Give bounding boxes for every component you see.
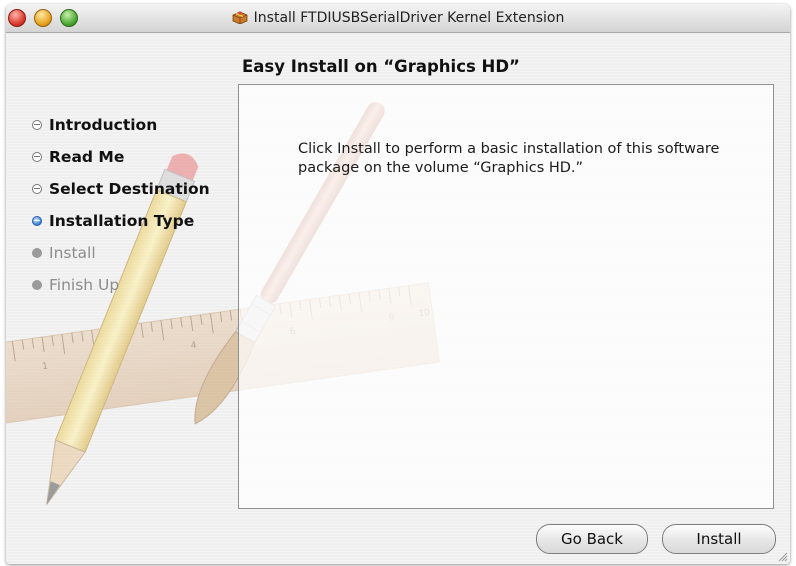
step-installation-type: Installation Type bbox=[32, 205, 210, 237]
installer-content: 14 56 910 bbox=[6, 33, 790, 564]
window-title-container: Install FTDIUSBSerialDriver Kernel Exten… bbox=[6, 10, 790, 26]
step-label: Introduction bbox=[49, 116, 158, 134]
step-introduction: Introduction bbox=[32, 109, 210, 141]
page-heading: Easy Install on “Graphics HD” bbox=[242, 57, 520, 76]
installer-steps: Introduction Read Me Select Destination … bbox=[32, 109, 210, 301]
step-label: Installation Type bbox=[49, 212, 195, 230]
installation-type-panel: Click Install to perform a basic install… bbox=[238, 84, 774, 509]
step-label: Read Me bbox=[49, 148, 125, 166]
title-bar[interactable]: Install FTDIUSBSerialDriver Kernel Exten… bbox=[6, 4, 790, 33]
step-finish-up: Finish Up bbox=[32, 269, 210, 301]
window-title: Install FTDIUSBSerialDriver Kernel Exten… bbox=[253, 10, 565, 26]
step-current-icon bbox=[32, 216, 42, 226]
step-done-icon bbox=[32, 184, 42, 194]
package-icon bbox=[232, 11, 248, 24]
resize-grip-icon[interactable] bbox=[777, 551, 788, 562]
install-button[interactable]: Install bbox=[662, 524, 776, 554]
step-pending-icon bbox=[32, 280, 42, 290]
go-back-button[interactable]: Go Back bbox=[536, 524, 648, 554]
step-label: Finish Up bbox=[49, 276, 120, 294]
step-done-icon bbox=[32, 120, 42, 130]
step-done-icon bbox=[32, 152, 42, 162]
step-read-me: Read Me bbox=[32, 141, 210, 173]
step-pending-icon bbox=[32, 248, 42, 258]
install-description: Click Install to perform a basic install… bbox=[298, 141, 720, 176]
step-install: Install bbox=[32, 237, 210, 269]
step-label: Select Destination bbox=[49, 180, 210, 198]
step-select-destination: Select Destination bbox=[32, 173, 210, 205]
installer-window: Install FTDIUSBSerialDriver Kernel Exten… bbox=[6, 4, 790, 564]
step-label: Install bbox=[49, 244, 96, 262]
